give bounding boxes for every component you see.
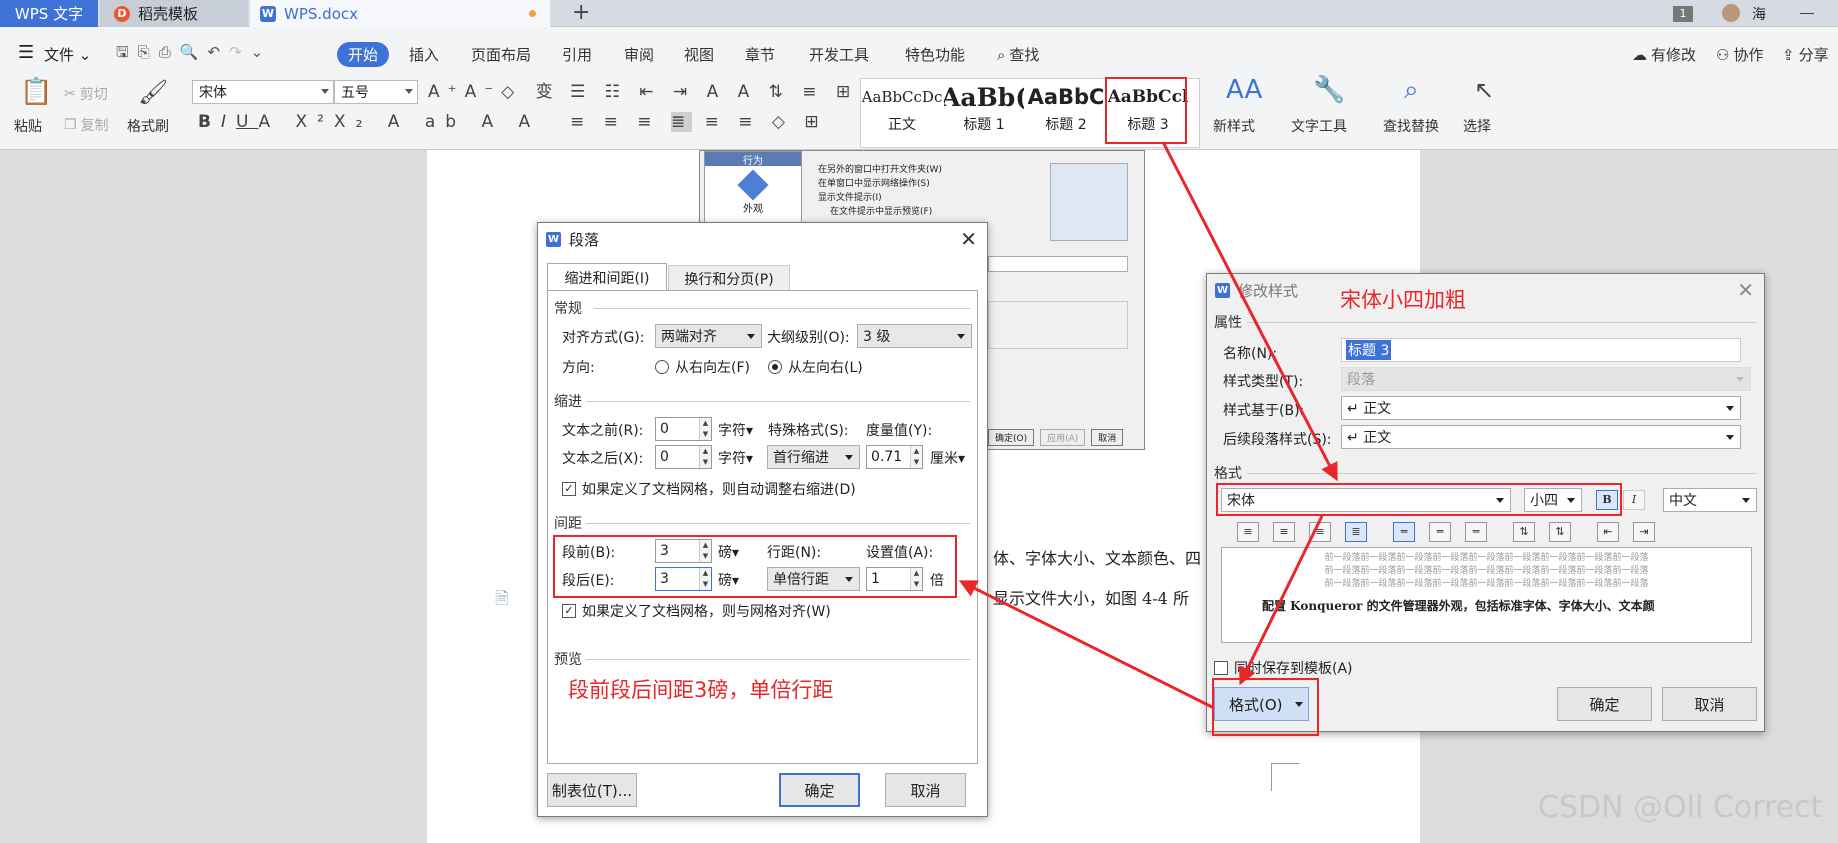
watermark: CSDN @Oll Correct <box>1538 790 1823 825</box>
arrow-format-to-paragraph <box>958 580 1215 710</box>
arrow-style-to-font <box>1161 141 1338 482</box>
arrow-font-to-format <box>1239 515 1324 686</box>
annotation-arrows <box>958 141 1338 710</box>
